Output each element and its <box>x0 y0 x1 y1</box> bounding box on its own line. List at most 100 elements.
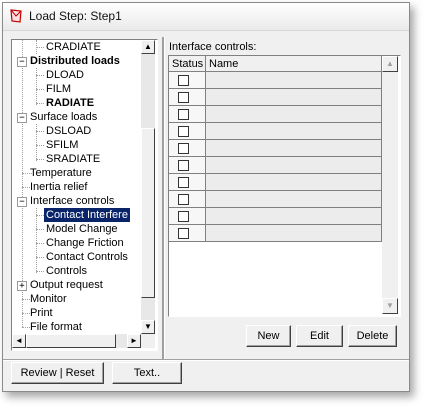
tree-item-sradiate[interactable]: SRADIATE <box>46 152 100 166</box>
tree-content: − − − + CRADIATE Distributed loads DLOAD… <box>12 40 140 336</box>
column-header-name[interactable]: Name <box>206 56 382 72</box>
tree-line <box>36 145 44 146</box>
tree-item-sfilm[interactable]: SFILM <box>46 138 78 152</box>
scroll-left-icon[interactable]: ◄ <box>12 334 26 348</box>
status-checkbox[interactable] <box>178 109 189 120</box>
tree-item-output-request[interactable]: Output request <box>30 278 103 292</box>
status-checkbox[interactable] <box>178 92 189 103</box>
tree-item-print[interactable]: Print <box>30 306 53 320</box>
edit-button[interactable]: Edit <box>296 325 343 347</box>
tree-item-model-change[interactable]: Model Change <box>46 222 118 236</box>
tree-item-contact-interfere[interactable]: Contact Interfere <box>44 208 130 222</box>
tree-line <box>36 89 44 90</box>
status-cell <box>169 208 206 225</box>
status-checkbox[interactable] <box>178 194 189 205</box>
app-icon <box>10 9 22 23</box>
tree-item-controls[interactable]: Controls <box>46 264 87 278</box>
table-row[interactable] <box>169 225 382 242</box>
collapse-distributed-loads-icon[interactable]: − <box>17 57 27 67</box>
table-row[interactable] <box>169 89 382 106</box>
collapse-surface-loads-icon[interactable]: − <box>17 113 27 123</box>
name-cell[interactable] <box>206 208 382 225</box>
name-cell[interactable] <box>206 225 382 242</box>
column-header-status[interactable]: Status <box>169 56 206 72</box>
status-cell <box>169 123 206 140</box>
tree-line <box>36 131 44 132</box>
status-checkbox[interactable] <box>178 160 189 171</box>
name-cell[interactable] <box>206 106 382 123</box>
tree-item-interface-controls[interactable]: Interface controls <box>30 194 114 208</box>
name-cell[interactable] <box>206 72 382 89</box>
tree-vscroll-thumb[interactable] <box>141 128 155 298</box>
table-row[interactable] <box>169 174 382 191</box>
status-cell <box>169 140 206 157</box>
tree-hscroll-thumb[interactable] <box>26 334 116 348</box>
tree-line <box>36 257 44 258</box>
tree-line <box>36 271 44 272</box>
status-checkbox[interactable] <box>178 177 189 188</box>
tree-item-surface-loads[interactable]: Surface loads <box>30 110 97 124</box>
tree-item-distributed-loads[interactable]: Distributed loads <box>30 54 120 68</box>
new-button[interactable]: New <box>246 325 291 347</box>
status-checkbox[interactable] <box>178 211 189 222</box>
interface-controls-table[interactable]: Status Name ▲ ▼ <box>168 55 401 317</box>
status-cell <box>169 72 206 89</box>
tree-line <box>36 124 37 161</box>
title-bar[interactable]: Load Step: Step1 <box>3 3 409 31</box>
status-cell <box>169 191 206 208</box>
status-checkbox[interactable] <box>178 228 189 239</box>
tree-line <box>36 229 44 230</box>
pane-splitter[interactable] <box>162 37 165 359</box>
name-cell[interactable] <box>206 89 382 106</box>
table-scroll-up-icon[interactable]: ▲ <box>382 56 398 72</box>
table-row[interactable] <box>169 123 382 140</box>
load-tree[interactable]: − − − + CRADIATE Distributed loads DLOAD… <box>11 39 158 351</box>
name-cell[interactable] <box>206 191 382 208</box>
status-cell <box>169 89 206 106</box>
tree-item-contact-controls[interactable]: Contact Controls <box>46 250 128 264</box>
tree-line <box>36 159 44 160</box>
status-cell <box>169 157 206 174</box>
tree-item-film[interactable]: FILM <box>46 82 71 96</box>
scroll-down-icon[interactable]: ▼ <box>141 320 155 334</box>
delete-button[interactable]: Delete <box>348 325 397 347</box>
name-cell[interactable] <box>206 140 382 157</box>
table-row[interactable] <box>169 72 382 89</box>
name-cell[interactable] <box>206 174 382 191</box>
table-scroll-down-icon[interactable]: ▼ <box>382 298 398 314</box>
tree-item-change-friction[interactable]: Change Friction <box>46 236 124 250</box>
table-row[interactable] <box>169 157 382 174</box>
tree-line <box>36 68 37 105</box>
tree-line <box>36 47 44 48</box>
tree-line <box>36 75 44 76</box>
tree-item-temperature[interactable]: Temperature <box>30 166 92 180</box>
tree-item-monitor[interactable]: Monitor <box>30 292 67 306</box>
status-checkbox[interactable] <box>178 126 189 137</box>
scroll-right-icon[interactable]: ► <box>127 334 141 348</box>
tree-item-file-format[interactable]: File format <box>30 320 82 334</box>
text-button[interactable]: Text.. <box>112 362 182 384</box>
table-row[interactable] <box>169 191 382 208</box>
tree-item-radiate[interactable]: RADIATE <box>46 96 94 110</box>
scroll-corner <box>141 334 155 348</box>
status-checkbox[interactable] <box>178 143 189 154</box>
review-reset-button[interactable]: Review | Reset <box>11 362 104 384</box>
name-cell[interactable] <box>206 157 382 174</box>
tree-item-inertia-relief[interactable]: Inertia relief <box>30 180 87 194</box>
table-vscroll-track[interactable] <box>382 56 398 314</box>
expand-output-request-icon[interactable]: + <box>17 281 27 291</box>
status-cell <box>169 106 206 123</box>
table-row[interactable] <box>169 208 382 225</box>
status-cell <box>169 174 206 191</box>
status-checkbox[interactable] <box>178 75 189 86</box>
tree-item-cradiate[interactable]: CRADIATE <box>46 40 101 54</box>
load-step-window: Load Step: Step1 − − − + CRADIATE Distri… <box>2 2 410 392</box>
collapse-interface-controls-icon[interactable]: − <box>17 197 27 207</box>
table-row[interactable] <box>169 140 382 157</box>
name-cell[interactable] <box>206 123 382 140</box>
tree-item-dload[interactable]: DLOAD <box>46 68 84 82</box>
table-row[interactable] <box>169 106 382 123</box>
scroll-up-icon[interactable]: ▲ <box>141 40 155 54</box>
status-cell <box>169 225 206 242</box>
tree-item-dsload[interactable]: DSLOAD <box>46 124 91 138</box>
